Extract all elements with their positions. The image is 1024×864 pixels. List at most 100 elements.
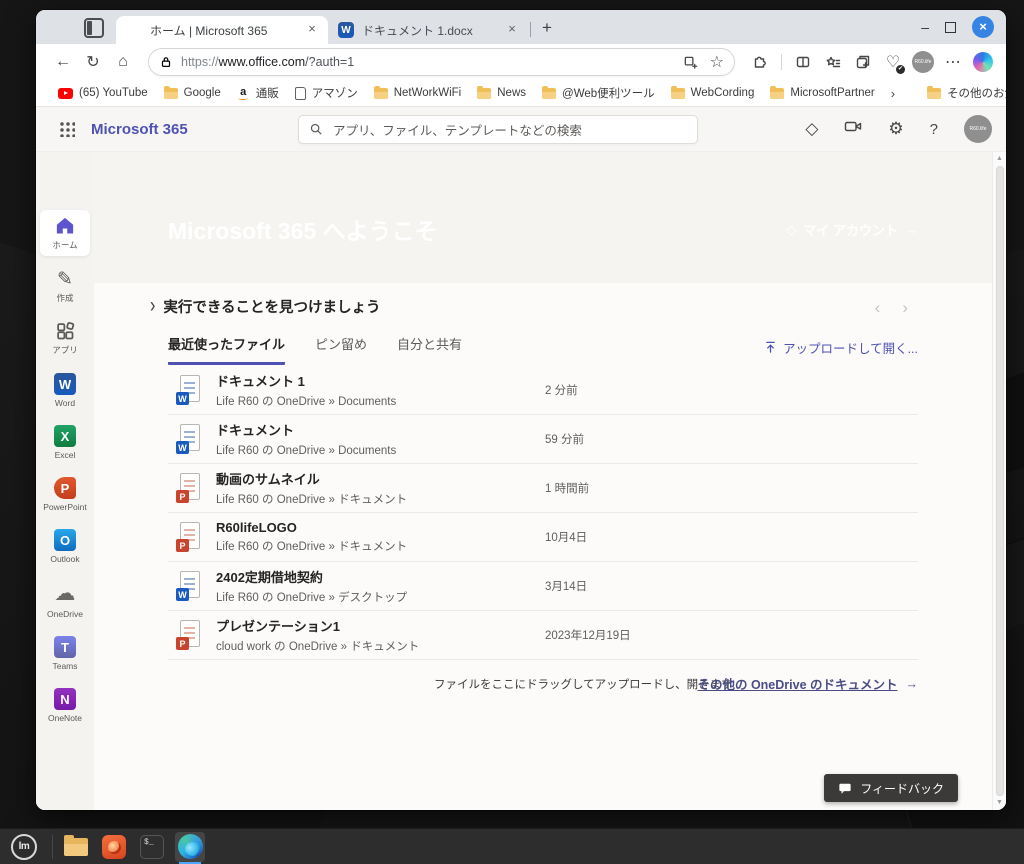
file-location: cloud work の OneDrive » ドキュメント	[216, 641, 420, 653]
bookmark-folder-webcording[interactable]: WebCording	[665, 84, 761, 102]
folder-icon	[64, 834, 88, 856]
search-icon	[310, 123, 322, 135]
file-row[interactable]: W ドキュメント Life R60 の OneDrive » Documents …	[168, 415, 918, 464]
minimize-button[interactable]: –	[921, 19, 929, 35]
tab-pinned[interactable]: ピン留め	[315, 334, 367, 362]
bookmark-folder-microsoftpartner[interactable]: MicrosoftPartner	[764, 84, 880, 102]
file-manager-button[interactable]	[61, 832, 91, 862]
sidebar-item-apps[interactable]: アプリ	[40, 321, 90, 356]
home-icon[interactable]: ⌂	[110, 49, 136, 75]
sidebar-item-onedrive[interactable]: ☁ OneDrive	[40, 581, 90, 619]
lock-icon	[161, 57, 171, 67]
mint-menu-button[interactable]: lm	[4, 831, 44, 863]
feedback-button[interactable]: フィードバック	[824, 774, 958, 802]
tab-actions-icon[interactable]	[84, 18, 104, 38]
file-date: 1 時間前	[545, 483, 590, 495]
chevron-right-icon: ›	[150, 294, 156, 317]
bookmark-youtube[interactable]: (65) YouTube	[52, 84, 154, 102]
word-file-icon: W	[176, 571, 200, 601]
back-icon[interactable]: ←	[50, 49, 76, 75]
folder-icon	[542, 85, 557, 99]
speech-bubble-icon	[839, 783, 851, 794]
terminal-button[interactable]: $_	[137, 832, 167, 862]
m365-search-box[interactable]: アプリ、ファイル、テンプレートなどの検索	[298, 114, 698, 144]
bookmark-folder-webtools[interactable]: @Web便利ツール	[536, 82, 661, 104]
sidebar-item-excel[interactable]: X Excel	[40, 425, 90, 460]
sidebar-item-word[interactable]: W Word	[40, 373, 90, 408]
maximize-button[interactable]	[945, 21, 956, 33]
edge-button[interactable]	[175, 831, 205, 864]
file-row[interactable]: W 2402定期借地契約 Life R60 の OneDrive » デスクトップ…	[168, 562, 918, 611]
tab-word-doc[interactable]: W ドキュメント 1.docx ×	[328, 16, 528, 44]
file-row[interactable]: P 動画のサムネイル Life R60 の OneDrive » ドキュメント 1…	[168, 464, 918, 513]
arrow-right-icon: →	[905, 676, 919, 691]
discover-section-header[interactable]: › 実行できることを見つけましょう	[150, 294, 381, 317]
copilot-icon[interactable]	[970, 49, 996, 75]
file-location: Life R60 の OneDrive » ドキュメント	[216, 494, 408, 506]
app-launcher-icon[interactable]	[60, 121, 75, 137]
help-icon[interactable]: ?	[930, 121, 938, 138]
my-account-link[interactable]: ◇ マイ アカウント →	[786, 220, 918, 239]
file-location: Life R60 の OneDrive » デスクトップ	[216, 592, 408, 604]
browser-profile-avatar[interactable]: R60.life	[910, 49, 936, 75]
favorite-star-icon[interactable]: ☆	[710, 52, 724, 72]
browser-essentials-icon[interactable]: ♡ ✔	[880, 49, 906, 75]
sidebar-item-teams[interactable]: T Teams	[40, 636, 90, 671]
sidebar-item-create[interactable]: ✎ 作成	[40, 270, 90, 304]
bookmark-page-amazon[interactable]: アマゾン	[289, 82, 364, 104]
bookmark-folder-google[interactable]: Google	[158, 84, 227, 102]
grid-plus-icon[interactable]	[683, 55, 698, 70]
collections-icon[interactable]	[850, 49, 876, 75]
folder-icon	[163, 85, 178, 99]
folder-icon	[477, 85, 492, 99]
account-avatar[interactable]: R60.life	[964, 115, 992, 143]
bookmark-folder-news[interactable]: News	[471, 84, 532, 102]
tab-shared-with-me[interactable]: 自分と共有	[397, 334, 462, 362]
file-row[interactable]: P プレゼンテーション1 cloud work の OneDrive » ドキュメ…	[168, 611, 918, 660]
tab-strip: ホーム | Microsoft 365 × W ドキュメント 1.docx × …	[36, 10, 1006, 44]
tab-recent-files[interactable]: 最近使ったファイル	[168, 334, 286, 365]
scroll-down-icon[interactable]: ▼	[996, 799, 1003, 807]
prev-page-icon[interactable]: ‹	[875, 298, 881, 318]
tab-close-icon[interactable]: ×	[504, 22, 520, 38]
file-row[interactable]: P R60lifeLOGO Life R60 の OneDrive » ドキュメン…	[168, 513, 918, 562]
tab-close-icon[interactable]: ×	[304, 22, 320, 38]
sidebar-item-powerpoint[interactable]: P PowerPoint	[40, 477, 90, 512]
split-screen-icon[interactable]	[790, 49, 816, 75]
folder-icon	[770, 85, 785, 99]
m365-main-content: Microsoft 365 へようこそ ◇ マイ アカウント → › 実行できる…	[94, 152, 992, 810]
sidebar-item-home[interactable]: ホーム	[40, 210, 90, 256]
bookmark-amazon[interactable]: a 通販	[231, 82, 285, 104]
m365-logo-icon[interactable]	[52, 164, 78, 190]
close-button[interactable]: ×	[972, 16, 994, 38]
file-location: Life R60 の OneDrive » Documents	[216, 396, 397, 408]
sidebar-item-outlook[interactable]: O Outlook	[40, 529, 90, 564]
bookmarks-overflow-icon[interactable]: ›	[885, 86, 901, 101]
address-bar[interactable]: https://www.office.com/?auth=1 ☆	[148, 48, 735, 76]
settings-gear-icon[interactable]: ⚙	[888, 119, 903, 139]
premium-diamond-icon[interactable]: ◇	[805, 119, 818, 139]
more-menu-icon[interactable]: ⋯	[940, 49, 966, 75]
bookmark-folder-networkwifi[interactable]: NetWorkWiFi	[368, 84, 468, 102]
scroll-up-icon[interactable]: ▲	[996, 155, 1003, 163]
new-tab-button[interactable]: +	[535, 17, 559, 41]
page-scrollbar[interactable]: ▲ ▼	[992, 152, 1006, 810]
extensions-icon[interactable]	[747, 49, 773, 75]
file-name: ドキュメント 1	[216, 374, 305, 389]
scrollbar-thumb[interactable]	[995, 166, 1004, 796]
upload-and-open-link[interactable]: アップロードして開く...	[764, 338, 918, 357]
next-page-icon[interactable]: ›	[902, 298, 908, 318]
more-onedrive-docs-link[interactable]: その他の OneDrive のドキュメント →	[697, 674, 918, 693]
m365-brand-link[interactable]: Microsoft 365	[91, 121, 188, 138]
url-text[interactable]: https://www.office.com/?auth=1	[181, 55, 683, 69]
refresh-icon[interactable]: ↻	[80, 49, 106, 75]
sidebar-item-onenote[interactable]: N OneNote	[40, 688, 90, 723]
camera-icon[interactable]	[844, 119, 862, 139]
terminal-icon: $_	[140, 834, 164, 859]
file-row[interactable]: W ドキュメント 1 Life R60 の OneDrive » Document…	[168, 366, 918, 415]
firefox-button[interactable]	[99, 832, 129, 862]
favorites-hub-icon[interactable]	[820, 49, 846, 75]
bookmark-other-favorites[interactable]: その他のお気に入り	[921, 82, 1006, 104]
toolbar-divider	[781, 54, 782, 70]
tab-m365-home[interactable]: ホーム | Microsoft 365 ×	[116, 16, 328, 44]
